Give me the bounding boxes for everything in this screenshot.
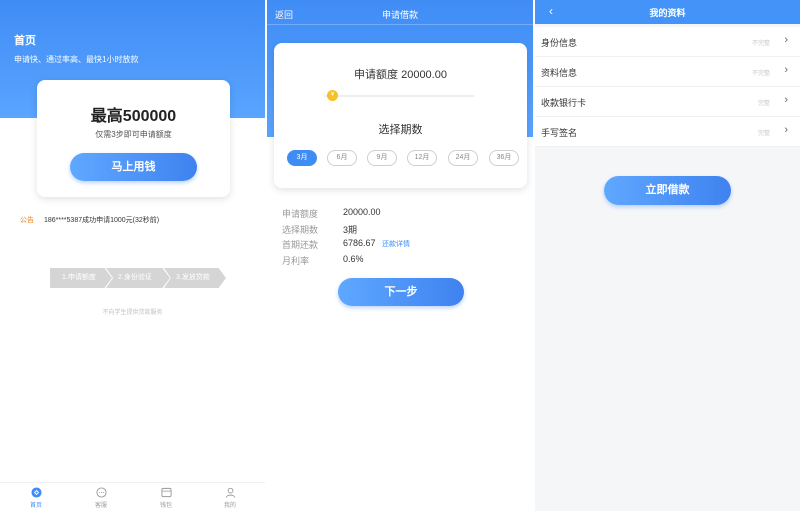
page-title: 首页 — [14, 35, 36, 47]
row-label: 身份信息 — [541, 38, 578, 48]
home-icon — [30, 487, 42, 498]
summary-label: 月利率 — [282, 255, 310, 266]
profile-row-signature[interactable]: 手写签名 完整 › — [535, 117, 800, 147]
profile-header: 我的资料 ‹ — [535, 0, 800, 24]
notice-text: 186****5387成功申请1000元(32秒前) — [43, 217, 160, 224]
next-step-button[interactable]: 下一步 — [338, 278, 464, 306]
apply-amount: 申请额度 20000.00 — [354, 69, 447, 81]
apply-screen: 申请借款 返回 申请额度 20000.00 ¥ 选择期数 3月 6月 9月 12… — [267, 0, 533, 511]
summary-value: 20000.00 — [343, 207, 381, 217]
term-option-9[interactable]: 9月 — [367, 150, 397, 166]
row-status: 完整 — [757, 131, 770, 137]
summary-label: 首期还款 — [282, 240, 319, 250]
chat-icon — [95, 487, 107, 498]
row-status: 完整 — [757, 101, 770, 107]
home-screen: 首页 申请快、通过率高、最快1小时放款 最高500000 仅需3步即可申请额度 … — [0, 0, 265, 511]
profile-list: 身份信息 不完整 › 资料信息 不完整 › 收款银行卡 完整 › 手写签名 完整… — [535, 27, 800, 147]
tab-mine[interactable]: 我的 — [210, 487, 250, 509]
amount-slider-track[interactable] — [324, 95, 474, 97]
tab-label: 客服 — [94, 503, 107, 509]
loan-card: 最高500000 仅需3步即可申请额度 马上用钱 — [37, 80, 230, 197]
notice-bar[interactable]: 公告 186****5387成功申请1000元(32秒前) — [20, 215, 159, 225]
profile-screen: 我的资料 ‹ 身份信息 不完整 › 资料信息 不完整 › 收款银行卡 完整 › … — [535, 0, 800, 511]
page-title: 申请借款 — [381, 10, 418, 20]
summary-value: 0.6% — [343, 253, 364, 264]
tab-label: 我的 — [223, 503, 236, 509]
tab-label: 钱包 — [159, 503, 172, 509]
back-button[interactable]: 返回 — [275, 8, 293, 21]
tab-service[interactable]: 客服 — [81, 487, 121, 509]
profile-row-documents[interactable]: 资料信息 不完整 › — [535, 57, 800, 87]
student-disclaimer: 不向学生提供贷款服务 — [102, 310, 163, 316]
chevron-right-icon: › — [784, 94, 788, 106]
chevron-right-icon: › — [784, 124, 788, 136]
amount-slider-thumb[interactable]: ¥ — [327, 90, 338, 101]
term-option-36[interactable]: 36月 — [489, 150, 519, 166]
term-options: 3月 6月 9月 12月 24月 36月 — [287, 150, 519, 166]
step-apply: 1.申请额度 — [50, 268, 112, 288]
summary-value: 3期 — [343, 224, 358, 235]
term-option-6[interactable]: 6月 — [327, 150, 357, 166]
bottom-tab-bar: 首页 客服 钱包 我的 — [0, 482, 265, 511]
term-option-24[interactable]: 24月 — [448, 150, 478, 166]
divider — [267, 24, 533, 25]
profile-row-bank-card[interactable]: 收款银行卡 完整 › — [535, 87, 800, 117]
card-hint: 仅需3步即可申请额度 — [95, 130, 172, 139]
step-verify: 2.身份验证 — [106, 268, 170, 288]
row-status: 不完整 — [751, 41, 770, 47]
tab-label: 首页 — [29, 503, 42, 509]
back-chevron-icon[interactable]: ‹ — [549, 4, 553, 18]
row-status: 不完整 — [751, 71, 770, 77]
borrow-now-button[interactable]: 立即借款 — [604, 176, 731, 205]
summary-label: 申请额度 — [282, 209, 319, 219]
term-option-3[interactable]: 3月 — [287, 150, 317, 166]
wallet-icon — [160, 487, 172, 498]
notice-label: 公告 — [20, 217, 34, 224]
chevron-right-icon: › — [784, 34, 788, 46]
term-option-12[interactable]: 12月 — [407, 150, 437, 166]
page-title: 我的资料 — [649, 8, 686, 18]
chevron-right-icon: › — [784, 64, 788, 76]
row-label: 资料信息 — [541, 68, 578, 78]
user-icon — [225, 487, 235, 498]
max-amount: 最高500000 — [90, 108, 177, 125]
row-label: 收款银行卡 — [541, 98, 587, 108]
tab-home[interactable]: 首页 — [16, 487, 56, 509]
term-title: 选择期数 — [378, 124, 423, 136]
row-label: 手写签名 — [541, 128, 578, 138]
profile-row-identity[interactable]: 身份信息 不完整 › — [535, 27, 800, 57]
summary-label: 选择期数 — [282, 224, 319, 235]
apply-card: 申请额度 20000.00 ¥ 选择期数 3月 6月 9月 12月 24月 36… — [274, 43, 527, 188]
tab-wallet[interactable]: 钱包 — [146, 487, 186, 509]
use-money-button[interactable]: 马上用钱 — [70, 153, 197, 181]
home-subtitle: 申请快、通过率高、最快1小时放款 — [14, 55, 139, 64]
summary-value: 6786.67 — [343, 238, 376, 248]
step-disburse: 3.发放贷款 — [164, 268, 226, 288]
repayment-details-link[interactable]: 还款详情 — [382, 239, 410, 249]
process-steps: 1.申请额度 2.身份验证 3.发放贷款 — [50, 268, 250, 288]
